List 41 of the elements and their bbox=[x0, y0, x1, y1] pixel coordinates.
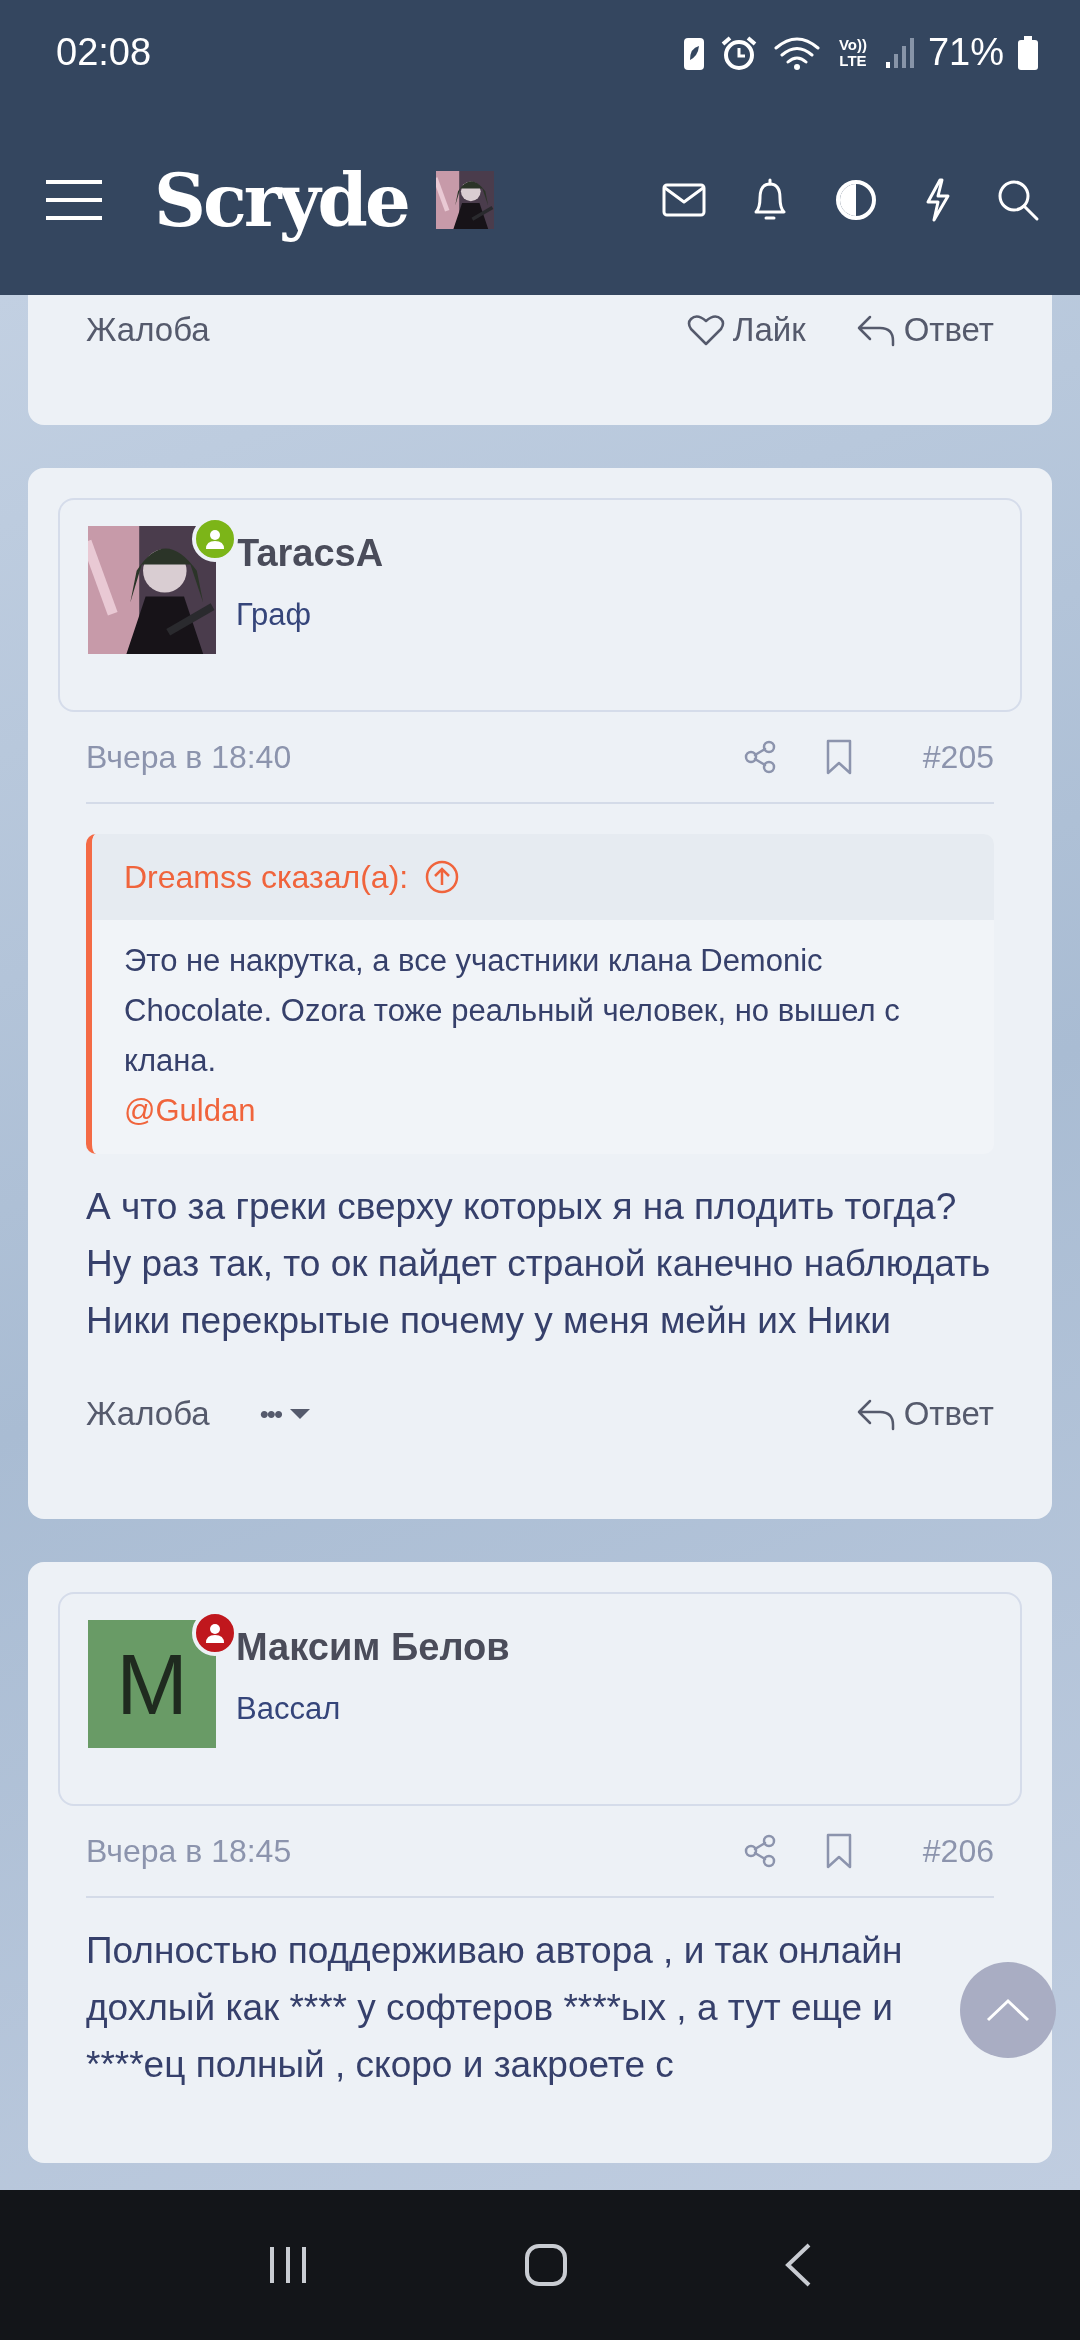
user-name[interactable]: TaracsA bbox=[236, 532, 384, 575]
user-name[interactable]: Максим Белов bbox=[236, 1626, 510, 1669]
like-button[interactable]: Лайк bbox=[686, 311, 806, 349]
post-text: Полностью поддерживаю автора , и так онлайн дохлый как **** у софтеров ****ых , а тут еще и ****ец полный , скоро и закроете с bbox=[86, 1929, 904, 2087]
quote-text: Это не накрутка, а все участники клана Demonic Chocolate. Ozora тоже реальный человек, но вышел с клана. bbox=[124, 942, 901, 1080]
caret-icon bbox=[289, 1407, 311, 1421]
user-rank: Вассал bbox=[236, 1691, 342, 1727]
back-icon[interactable] bbox=[784, 2243, 812, 2287]
user-icon bbox=[204, 528, 226, 550]
reply-icon bbox=[855, 313, 896, 347]
battery-percent: 71% bbox=[927, 31, 1004, 74]
recent-apps-icon[interactable] bbox=[268, 2245, 308, 2285]
reply-button[interactable]: Ответ bbox=[855, 1395, 994, 1433]
user-rank: Граф bbox=[236, 597, 313, 633]
network-label: Vo)) LTE bbox=[837, 36, 868, 69]
post-text: Ну раз так, то ок пайдет страной канечно наблюдать Ники перекрытые почему у меня мейн их Ники bbox=[86, 1242, 992, 1343]
alarm-icon bbox=[719, 34, 758, 71]
reply-button[interactable]: Ответ bbox=[855, 311, 994, 349]
bookmark-icon[interactable] bbox=[824, 1833, 853, 1869]
heart-icon bbox=[686, 313, 725, 347]
user-icon bbox=[204, 1622, 226, 1644]
battery-icon bbox=[1018, 35, 1038, 70]
user-avatar[interactable]: M bbox=[88, 1620, 216, 1748]
post-text: А что за греки сверху которых я на плодить тогда? bbox=[86, 1185, 958, 1229]
status-time: 02:08 bbox=[56, 31, 153, 74]
chevron-up-icon bbox=[986, 1998, 1030, 2022]
report-link[interactable]: Жалоба bbox=[86, 311, 210, 349]
signal-icon bbox=[883, 35, 914, 70]
share-icon[interactable] bbox=[742, 740, 777, 774]
report-link[interactable]: Жалоба bbox=[86, 1395, 210, 1433]
mail-icon[interactable] bbox=[662, 183, 706, 217]
reply-icon bbox=[855, 1397, 896, 1431]
site-logo[interactable]: Scryde bbox=[154, 157, 408, 243]
arrow-up-circle-icon[interactable] bbox=[424, 859, 461, 895]
share-icon[interactable] bbox=[742, 1834, 777, 1868]
home-icon[interactable] bbox=[524, 2243, 568, 2287]
more-menu-button[interactable]: ••• bbox=[259, 1398, 311, 1430]
menu-icon[interactable] bbox=[44, 178, 104, 222]
bookmark-icon[interactable] bbox=[824, 739, 853, 775]
search-icon[interactable] bbox=[996, 178, 1040, 222]
contrast-icon[interactable] bbox=[834, 178, 878, 222]
